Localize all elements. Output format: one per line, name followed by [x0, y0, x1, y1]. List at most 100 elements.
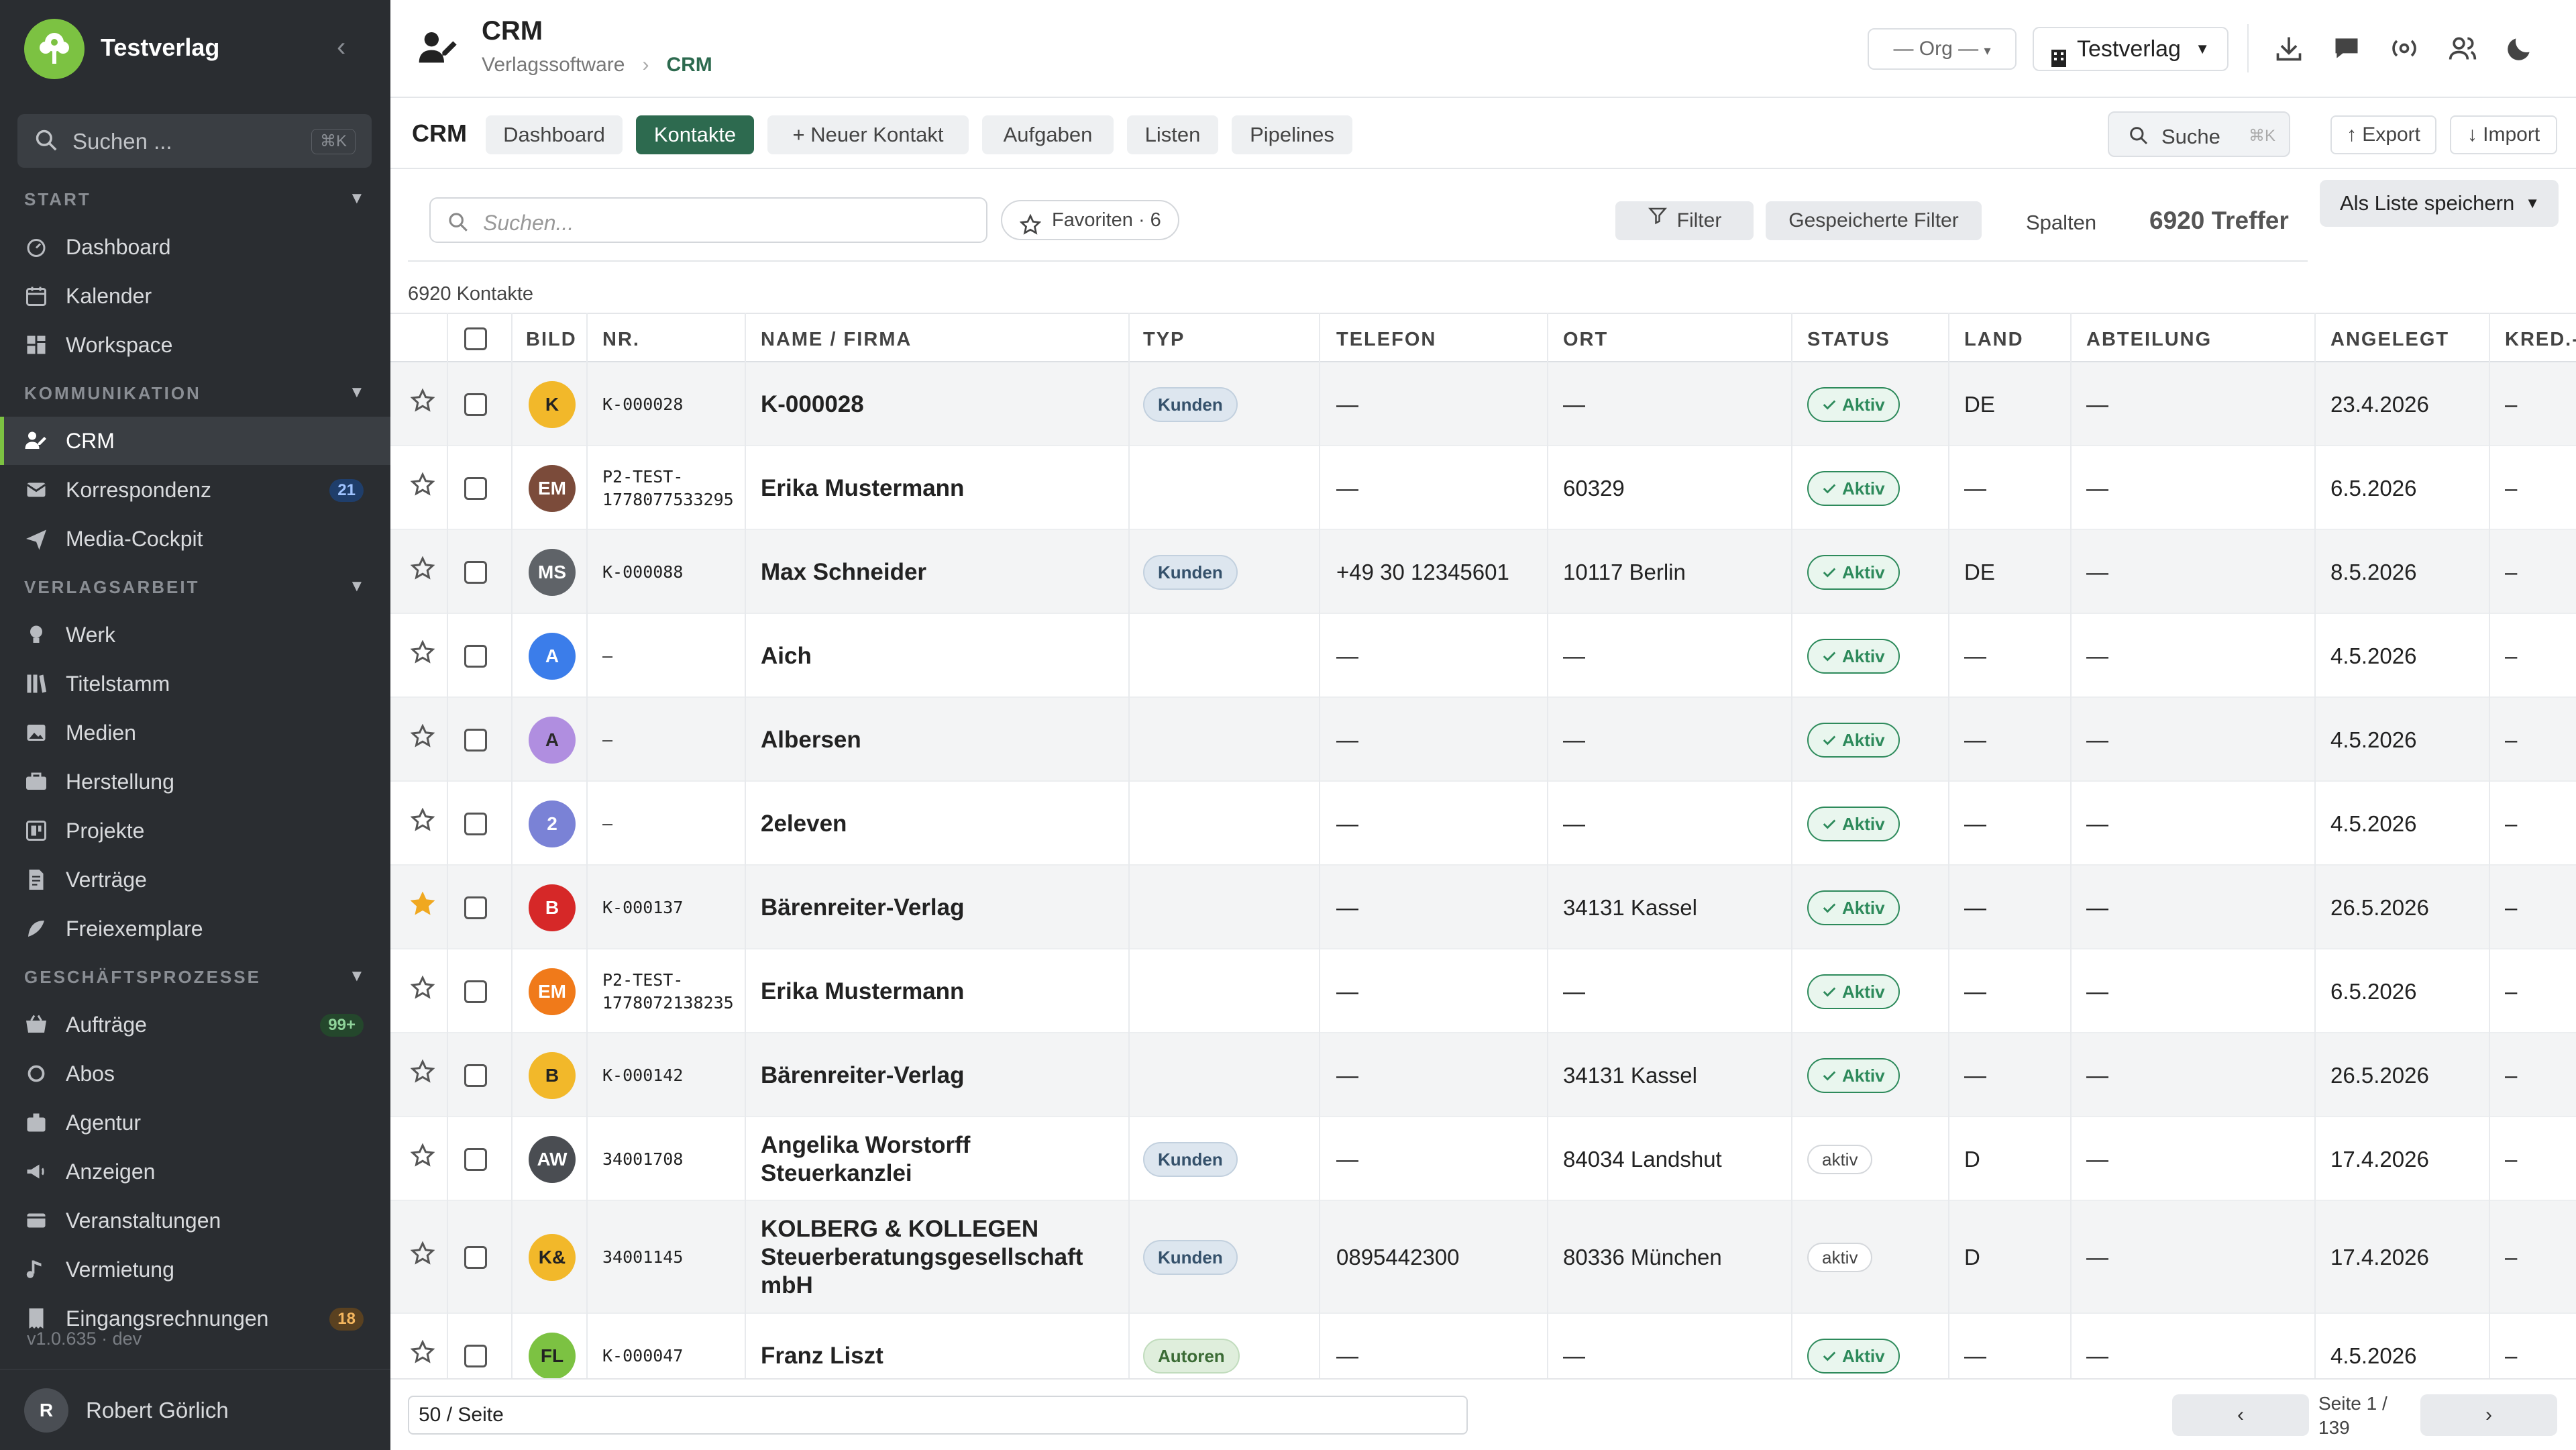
star-outline-icon[interactable] — [410, 1142, 435, 1168]
columns-button[interactable]: Spalten — [2026, 211, 2096, 235]
column-header-typ[interactable]: TYP — [1143, 329, 1185, 351]
tab-neuer-kontakt[interactable]: + Neuer Kontakt — [767, 115, 969, 154]
broadcast-icon[interactable] — [2390, 34, 2422, 66]
contact-name[interactable]: KOLBERG & KOLLEGEN Steuerberatungsgesells… — [761, 1215, 1083, 1300]
column-header-land[interactable]: LAND — [1964, 329, 2024, 351]
contact-name[interactable]: Max Schneider — [761, 558, 926, 586]
sidebar-item-projekte[interactable]: Projekte — [0, 807, 390, 855]
table-row[interactable]: K& 34001145 KOLBERG & KOLLEGEN Steuerberatu… — [390, 1201, 2576, 1314]
sidebar-search[interactable]: Suchen ... ⌘K — [17, 114, 372, 168]
column-header-ort[interactable]: ORT — [1563, 329, 1608, 351]
contact-name[interactable]: Albersen — [761, 726, 861, 754]
sidebar-item-werk[interactable]: Werk — [0, 611, 390, 659]
next-page-button[interactable]: › — [2420, 1394, 2557, 1436]
column-header-kred[interactable]: KRED.- — [2505, 329, 2576, 351]
row-checkbox[interactable] — [464, 560, 487, 584]
sidebar-item-dashboard[interactable]: Dashboard — [0, 223, 390, 271]
star-outline-icon[interactable] — [410, 807, 435, 832]
table-row[interactable]: AW 34001708 Angelika Worstorff Steuerkanzle… — [390, 1117, 2576, 1201]
contact-name[interactable]: Erika Mustermann — [761, 474, 964, 503]
users-icon[interactable] — [2447, 34, 2479, 66]
sidebar-item-kalender[interactable]: Kalender — [0, 272, 390, 320]
column-header-telefon[interactable]: TELEFON — [1336, 329, 1436, 351]
star-outline-icon[interactable] — [410, 639, 435, 664]
sidebar-item-workspace[interactable]: Workspace — [0, 321, 390, 369]
column-header-bild[interactable]: BILD — [526, 329, 577, 351]
table-row[interactable]: EM P2-TEST- 1778077533295 Erika Mustermann —… — [390, 446, 2576, 530]
user-profile[interactable]: R Robert Görlich — [0, 1369, 390, 1450]
sidebar-item-korrespondenz[interactable]: Korrespondenz 21 — [0, 466, 390, 514]
row-checkbox[interactable] — [464, 644, 487, 668]
column-header-abteilung[interactable]: ABTEILUNG — [2086, 329, 2212, 351]
sidebar-item-herstellung[interactable]: Herstellung — [0, 758, 390, 806]
favorites-filter-button[interactable]: Favoriten · 6 — [1001, 200, 1179, 240]
star-filled-icon[interactable] — [410, 890, 435, 916]
star-outline-icon[interactable] — [410, 471, 435, 497]
save-as-list-button[interactable]: Als Liste speichern ▼ — [2320, 180, 2559, 227]
column-header-status[interactable]: STATUS — [1807, 329, 1890, 351]
section-toggle-icon[interactable]: ▼ — [349, 577, 365, 596]
row-checkbox[interactable] — [464, 393, 487, 416]
publisher-select[interactable]: Testverlag ▼ — [2033, 27, 2229, 71]
row-checkbox[interactable] — [464, 476, 487, 500]
table-row[interactable]: EM P2-TEST- 1778072138235 Erika Mustermann —… — [390, 949, 2576, 1033]
contact-name[interactable]: Erika Mustermann — [761, 978, 964, 1006]
table-row[interactable]: FL K-000047 Franz Liszt Autoren — — Aktiv — — 4.5… — [390, 1314, 2576, 1378]
sidebar-item-verträge[interactable]: Verträge — [0, 856, 390, 904]
contact-name[interactable]: Aich — [761, 642, 812, 670]
contact-name[interactable]: K-000028 — [761, 391, 864, 419]
sidebar-item-titelstamm[interactable]: Titelstamm — [0, 660, 390, 708]
row-checkbox[interactable] — [464, 1064, 487, 1087]
contact-name[interactable]: Angelika Worstorff Steuerkanzlei — [761, 1131, 970, 1188]
star-outline-icon[interactable] — [410, 555, 435, 580]
row-checkbox[interactable] — [464, 1147, 487, 1171]
star-outline-icon[interactable] — [410, 1241, 435, 1265]
sidebar-item-veranstaltungen[interactable]: Veranstaltungen — [0, 1196, 390, 1245]
tab-kontakte[interactable]: Kontakte — [636, 115, 754, 154]
table-row[interactable]: K K-000028 K-000028 Kunden — — Aktiv DE — 23.4.20… — [390, 362, 2576, 446]
table-row[interactable]: B K-000137 Bärenreiter-Verlag — 34131 Kassel… — [390, 866, 2576, 949]
global-search-button[interactable]: Suche ⌘K — [2108, 111, 2290, 157]
sidebar-item-agentur[interactable]: Agentur — [0, 1098, 390, 1147]
star-outline-icon[interactable] — [410, 1058, 435, 1084]
star-outline-icon[interactable] — [410, 1339, 435, 1364]
star-outline-icon[interactable] — [410, 723, 435, 748]
section-toggle-icon[interactable]: ▼ — [349, 967, 365, 986]
tab-aufgaben[interactable]: Aufgaben — [982, 115, 1114, 154]
contacts-search-input[interactable]: Suchen... — [429, 197, 987, 243]
table-row[interactable]: A – Albersen — — Aktiv — — 4.5.2026 – — [390, 698, 2576, 782]
table-row[interactable]: MS K-000088 Max Schneider Kunden +49 30 1234… — [390, 530, 2576, 614]
sidebar-item-freiexemplare[interactable]: Freiexemplare — [0, 904, 390, 953]
section-toggle-icon[interactable]: ▼ — [349, 189, 365, 208]
export-button[interactable]: ↑ Export — [2330, 115, 2436, 154]
row-checkbox[interactable] — [464, 728, 487, 752]
star-outline-icon[interactable] — [410, 974, 435, 1000]
sidebar-item-crm[interactable]: CRM — [0, 417, 390, 465]
row-checkbox[interactable] — [464, 1344, 487, 1367]
dark-mode-icon[interactable] — [2505, 34, 2537, 66]
tab-pipelines[interactable]: Pipelines — [1232, 115, 1352, 154]
column-header-angelegt[interactable]: ANGELEGT — [2330, 329, 2449, 351]
sidebar-item-vermietung[interactable]: Vermietung — [0, 1245, 390, 1294]
sidebar-item-abos[interactable]: Abos — [0, 1049, 390, 1098]
tab-dashboard[interactable]: Dashboard — [486, 115, 623, 154]
contact-name[interactable]: Bärenreiter-Verlag — [761, 894, 964, 922]
chat-icon[interactable] — [2332, 34, 2364, 66]
org-select[interactable]: — Org — ▾ — [1868, 28, 2017, 70]
saved-filters-button[interactable]: Gespeicherte Filter — [1766, 201, 1982, 240]
filter-button[interactable]: Filter — [1615, 201, 1754, 240]
section-toggle-icon[interactable]: ▼ — [349, 383, 365, 402]
sidebar-item-anzeigen[interactable]: Anzeigen — [0, 1147, 390, 1196]
sidebar-item-media-cockpit[interactable]: Media-Cockpit — [0, 515, 390, 563]
star-outline-icon[interactable] — [410, 387, 435, 413]
sidebar-item-aufträge[interactable]: Aufträge 99+ — [0, 1000, 390, 1049]
tab-listen[interactable]: Listen — [1127, 115, 1218, 154]
column-header-name[interactable]: NAME / FIRMA — [761, 329, 912, 351]
contact-name[interactable]: Franz Liszt — [761, 1342, 883, 1370]
table-row[interactable]: A – Aich — — Aktiv — — 4.5.2026 – — [390, 614, 2576, 698]
table-row[interactable]: B K-000142 Bärenreiter-Verlag — 34131 Kassel… — [390, 1033, 2576, 1117]
column-header-nr[interactable]: NR. — [602, 329, 640, 351]
row-checkbox[interactable] — [464, 896, 487, 919]
collapse-sidebar-icon[interactable]: ‹ — [337, 32, 345, 62]
table-row[interactable]: 2 – 2eleven — — Aktiv — — 4.5.2026 – — [390, 782, 2576, 866]
